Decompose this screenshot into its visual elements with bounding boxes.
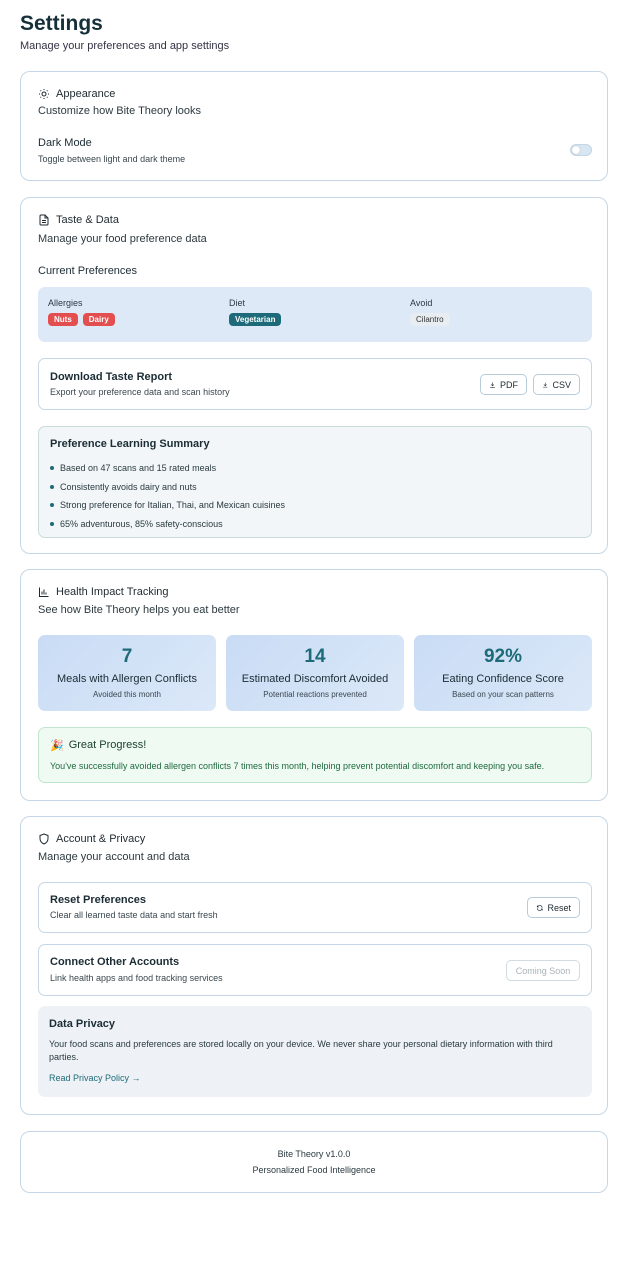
stat-sub: Based on your scan patterns [452, 690, 554, 699]
stat-label: Eating Confidence Score [442, 673, 564, 685]
download-report-row: Download Taste Report Export your prefer… [38, 358, 592, 410]
download-report-description: Export your preference data and scan his… [50, 387, 230, 397]
current-preferences-title: Current Preferences [38, 265, 138, 277]
great-progress-box: 🎉 Great Progress! You've successfully av… [38, 727, 592, 783]
reset-preferences-description: Clear all learned taste data and start f… [50, 910, 218, 920]
health-title: Health Impact Tracking [56, 586, 169, 598]
diet-tag: Vegetarian [229, 313, 282, 326]
reset-preferences-title: Reset Preferences [50, 894, 147, 906]
download-icon [543, 382, 548, 387]
health-header: Health Impact Tracking [38, 586, 169, 598]
download-pdf-button[interactable]: PDF [480, 374, 527, 395]
stat-card-discomfort: 14 Estimated Discomfort Avoided Potentia… [226, 635, 404, 711]
list-item: Based on 47 scans and 15 rated meals [50, 459, 285, 478]
allergy-tag: Dairy [82, 313, 115, 326]
app-version: Bite Theory v1.0.0 [277, 1149, 351, 1159]
document-icon [39, 214, 49, 226]
learning-summary-box: Preference Learning Summary Based on 47 … [38, 426, 592, 538]
download-icon [490, 381, 495, 388]
diet-label: Diet [229, 298, 246, 308]
stat-value: 14 [304, 646, 326, 667]
stat-label: Meals with Allergen Conflicts [56, 673, 197, 685]
app-tagline: Personalized Food Intelligence [252, 1165, 376, 1175]
bar-chart-icon [39, 587, 49, 597]
stat-value: 7 [121, 646, 133, 667]
download-report-title: Download Taste Report [50, 371, 173, 383]
stat-value: 92% [483, 646, 523, 667]
connect-accounts-row: Connect Other Accounts Link health apps … [38, 944, 592, 996]
allergy-tag: Nuts [48, 313, 78, 326]
party-icon: 🎉 [50, 740, 64, 752]
privacy-policy-link[interactable]: Read Privacy Policy → [49, 1073, 141, 1083]
csv-label: CSV [552, 379, 571, 390]
data-privacy-title: Data Privacy [49, 1018, 116, 1030]
avoid-tag: Cilantro [410, 313, 450, 326]
stat-sub: Avoided this month [93, 690, 161, 699]
download-csv-button[interactable]: CSV [533, 374, 580, 395]
stat-label: Estimated Discomfort Avoided [241, 673, 389, 685]
data-privacy-box: Data Privacy Your food scans and prefere… [38, 1006, 592, 1097]
stat-card-confidence: 92% Eating Confidence Score Based on you… [414, 635, 592, 711]
avoid-label: Avoid [410, 298, 433, 308]
great-progress-text: You've successfully avoided allergen con… [50, 761, 545, 771]
dark-mode-label: Dark Mode [38, 137, 92, 149]
great-progress-title: Great Progress! [68, 739, 147, 751]
list-item: 65% adventurous, 85% safety-conscious [50, 515, 285, 534]
list-item: Strong preference for Italian, Thai, and… [50, 496, 285, 515]
refresh-icon [536, 904, 543, 911]
connect-accounts-title: Connect Other Accounts [50, 956, 180, 968]
page-subtitle: Manage your preferences and app settings [20, 40, 230, 52]
pdf-label: PDF [500, 379, 518, 390]
connect-accounts-description: Link health apps and food tracking servi… [50, 973, 223, 983]
toggle-knob [572, 146, 580, 154]
taste-description: Manage your food preference data [38, 233, 207, 245]
account-header: Account & Privacy [38, 833, 145, 845]
allergies-column: Allergies Nuts Dairy [48, 298, 115, 326]
stat-sub: Potential reactions prevented [263, 690, 367, 699]
taste-title: Taste & Data [56, 214, 119, 226]
health-description: See how Bite Theory helps you eat better [38, 604, 240, 616]
learning-summary-list: Based on 47 scans and 15 rated meals Con… [50, 459, 285, 533]
list-item: Consistently avoids dairy and nuts [50, 478, 285, 497]
shield-icon [39, 833, 49, 845]
taste-data-card: Taste & Data Manage your food preference… [20, 197, 608, 554]
dark-mode-toggle[interactable] [570, 144, 592, 156]
data-privacy-text: Your food scans and preferences are stor… [49, 1039, 553, 1062]
appearance-header: Appearance [38, 88, 115, 100]
reset-button[interactable]: Reset [527, 897, 580, 918]
coming-soon-button[interactable]: Coming Soon [506, 960, 580, 981]
learning-summary-title: Preference Learning Summary [50, 438, 210, 450]
avoid-column: Avoid Cilantro [410, 298, 450, 326]
appearance-card: Appearance Customize how Bite Theory loo… [20, 71, 608, 181]
appearance-description: Customize how Bite Theory looks [38, 105, 202, 117]
reset-label: Reset [547, 902, 571, 913]
sun-icon [39, 89, 49, 99]
appearance-title: Appearance [56, 88, 116, 100]
footer-card: Bite Theory v1.0.0 Personalized Food Int… [20, 1131, 608, 1193]
stat-card-conflicts: 7 Meals with Allergen Conflicts Avoided … [38, 635, 216, 711]
current-preferences-box: Allergies Nuts Dairy Diet Vegetarian Avo… [38, 287, 592, 342]
dark-mode-description: Toggle between light and dark theme [38, 154, 186, 164]
health-impact-card: Health Impact Tracking See how Bite Theo… [20, 569, 608, 801]
account-description: Manage your account and data [38, 851, 190, 863]
reset-preferences-row: Reset Preferences Clear all learned tast… [38, 882, 592, 933]
diet-column: Diet Vegetarian [229, 298, 282, 326]
taste-header: Taste & Data [38, 214, 119, 226]
account-privacy-card: Account & Privacy Manage your account an… [20, 816, 608, 1115]
allergies-label: Allergies [48, 298, 83, 308]
account-title: Account & Privacy [56, 833, 146, 845]
page-title: Settings [20, 12, 103, 35]
